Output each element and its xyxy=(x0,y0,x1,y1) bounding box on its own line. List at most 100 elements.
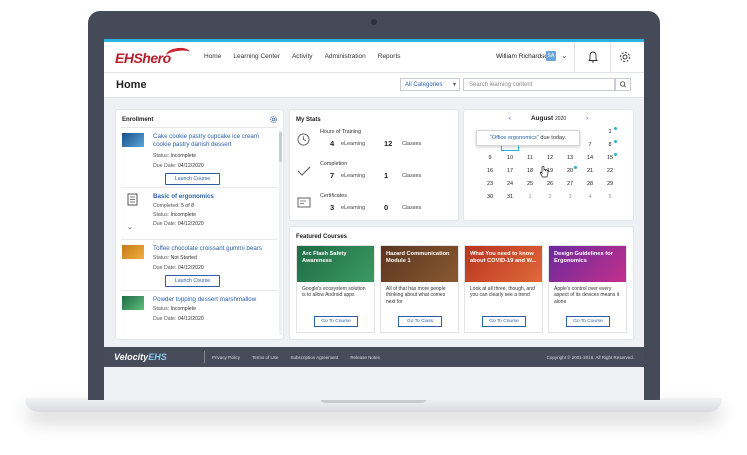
scrollbar-thumb[interactable] xyxy=(279,132,282,162)
calendar-day[interactable]: 22 xyxy=(600,165,620,178)
nav-learning-center[interactable]: Learning Center xyxy=(233,53,280,60)
nav-activity[interactable]: Activity xyxy=(292,53,313,60)
go-to-class-button[interactable]: Go To Class xyxy=(398,316,442,327)
stat-elearning-value: 4 xyxy=(330,139,335,148)
featured-course-card[interactable]: Arc Flash Safety Awareness Google's ecos… xyxy=(297,246,374,332)
course-due: Due Date: 04/12/2020 xyxy=(153,163,204,169)
user-name[interactable]: William Richardson xyxy=(496,53,552,60)
status-value: Incomplete xyxy=(170,306,196,312)
checkmark-icon xyxy=(297,166,311,176)
course-description: Google's ecosystem solution is to allow … xyxy=(302,286,366,299)
logo-part-ehs: EHS xyxy=(148,352,167,362)
status-value: Incomplete xyxy=(170,153,196,159)
chevron-down-icon[interactable]: ⌄ xyxy=(561,51,568,60)
category-select[interactable]: All Categories ▾ xyxy=(400,78,460,91)
calendar-day[interactable]: 24 xyxy=(500,178,520,191)
featured-course-card[interactable]: Hazard Communication Module 1 All of tha… xyxy=(381,246,458,332)
go-to-course-button[interactable]: Go To Course xyxy=(314,316,358,327)
calendar-day[interactable]: 20 xyxy=(560,165,580,178)
calendar-day[interactable]: 15 xyxy=(600,152,620,165)
stat-classes-unit: Classes xyxy=(402,205,422,211)
course-due: Due Date: 04/12/2020 xyxy=(153,316,204,322)
calendar-day[interactable]: 10 xyxy=(500,152,520,165)
certificate-icon xyxy=(297,197,311,208)
next-month-icon[interactable]: › xyxy=(586,115,588,122)
calendar-day[interactable]: 17 xyxy=(500,165,520,178)
course-description: All of that has more people thinking abo… xyxy=(386,286,446,305)
calendar-day[interactable]: 16 xyxy=(480,165,500,178)
calendar-day[interactable]: 26 xyxy=(540,178,560,191)
course-thumbnail xyxy=(122,133,144,147)
nav-reports[interactable]: Reports xyxy=(378,53,401,60)
prev-month-icon[interactable]: ‹ xyxy=(509,115,511,122)
go-to-course-button[interactable]: Go To Course xyxy=(566,316,610,327)
status-label: Status: xyxy=(153,212,170,218)
calendar-day[interactable]: 14 xyxy=(580,152,600,165)
featured-course-card[interactable]: Design Guidelines for Ergonomics Apple's… xyxy=(549,246,626,332)
calendar-day[interactable]: 27 xyxy=(560,178,580,191)
chevron-down-icon[interactable]: ⌄ xyxy=(127,223,133,231)
calendar-day[interactable]: 25 xyxy=(520,178,540,191)
due-label: Due Date: xyxy=(153,221,177,227)
calendar-day[interactable]: 13 xyxy=(560,152,580,165)
avatar[interactable]: SA xyxy=(546,51,556,61)
calendar-day[interactable]: 2 xyxy=(540,191,560,204)
calendar-day[interactable]: 18 xyxy=(520,165,540,178)
calendar-day[interactable]: 3 xyxy=(560,191,580,204)
search-icon[interactable] xyxy=(615,78,631,91)
nav-divider xyxy=(610,42,611,72)
featured-course-card[interactable]: What You need to know about COVID-19 and… xyxy=(465,246,542,332)
launch-course-button[interactable]: Launch Course xyxy=(165,173,220,185)
due-label: Due Date: xyxy=(153,163,177,169)
stat-label: Hours of Training xyxy=(320,129,362,135)
calendar-day xyxy=(580,126,600,139)
calendar-day[interactable]: 11 xyxy=(520,152,540,165)
footer-link-release-notes[interactable]: Release Notes xyxy=(350,355,380,360)
course-title-link[interactable]: Cake cookie pastry cupcake ice cream coo… xyxy=(153,133,275,149)
calendar-day[interactable]: 31 xyxy=(500,191,520,204)
status-value: Not Started xyxy=(170,255,197,261)
launch-course-button[interactable]: Launch Course xyxy=(165,275,220,287)
footer-link-privacy[interactable]: Privacy Policy xyxy=(212,355,240,360)
nav-home[interactable]: Home xyxy=(204,53,221,60)
stat-elearning-unit: eLearning xyxy=(341,205,365,211)
featured-courses-card: Featured Courses Arc Flash Safety Awaren… xyxy=(290,227,633,339)
footer-link-terms[interactable]: Terms of Use xyxy=(252,355,279,360)
hand-cursor-icon xyxy=(539,166,549,178)
calendar-day[interactable]: 4 xyxy=(580,191,600,204)
nav-administration[interactable]: Administration xyxy=(325,53,366,60)
stat-elearning-unit: eLearning xyxy=(341,173,365,179)
calendar-day[interactable]: 9 xyxy=(480,152,500,165)
calendar-day[interactable]: 23 xyxy=(480,178,500,191)
calendar-day[interactable]: 28 xyxy=(580,178,600,191)
ehshero-logo[interactable]: EHShero xyxy=(115,50,171,66)
due-value: 04/12/2020 xyxy=(177,265,204,271)
calendar-day[interactable]: 12 xyxy=(540,152,560,165)
gear-icon[interactable] xyxy=(618,50,632,64)
calendar-day[interactable]: 1 xyxy=(600,126,620,139)
course-title-link[interactable]: Basic of ergonomics xyxy=(153,193,275,201)
page-header: Home All Categories ▾ Search learning co… xyxy=(104,73,644,98)
footer: VelocityEHS Privacy Policy Terms of Use … xyxy=(104,347,644,367)
calendar-day[interactable]: 21 xyxy=(580,165,600,178)
bell-icon[interactable] xyxy=(586,50,600,64)
velocityehs-logo[interactable]: VelocityEHS xyxy=(114,352,167,362)
calendar-day[interactable]: 29 xyxy=(600,178,620,191)
footer-link-subscription[interactable]: Subscription Agreement xyxy=(291,355,339,360)
search-input[interactable]: Search learning content xyxy=(463,78,615,91)
calendar-day[interactable]: 1 xyxy=(520,191,540,204)
top-nav: EHShero Home Learning Center Activity Ad… xyxy=(104,42,644,73)
calendar-day[interactable]: 30 xyxy=(480,191,500,204)
course-title-link[interactable]: Toffee chocolate croissant gummi bears xyxy=(153,245,275,253)
go-to-course-button[interactable]: Go To Course xyxy=(482,316,526,327)
course-title-link[interactable]: Powder topping dessert marshmallow xyxy=(153,296,275,304)
gear-icon[interactable] xyxy=(269,115,278,124)
stat-classes-unit: Classes xyxy=(402,141,422,147)
calendar-day[interactable]: 5 xyxy=(600,191,620,204)
stat-classes-unit: Classes xyxy=(402,173,422,179)
tooltip-course-link[interactable]: "Office ergonomics" xyxy=(490,135,539,141)
calendar-day[interactable]: 8 xyxy=(600,139,620,152)
due-label: Due Date: xyxy=(153,316,177,322)
calendar-day[interactable]: 7 xyxy=(580,139,600,152)
course-title: What You need to know about COVID-19 and… xyxy=(470,251,537,264)
